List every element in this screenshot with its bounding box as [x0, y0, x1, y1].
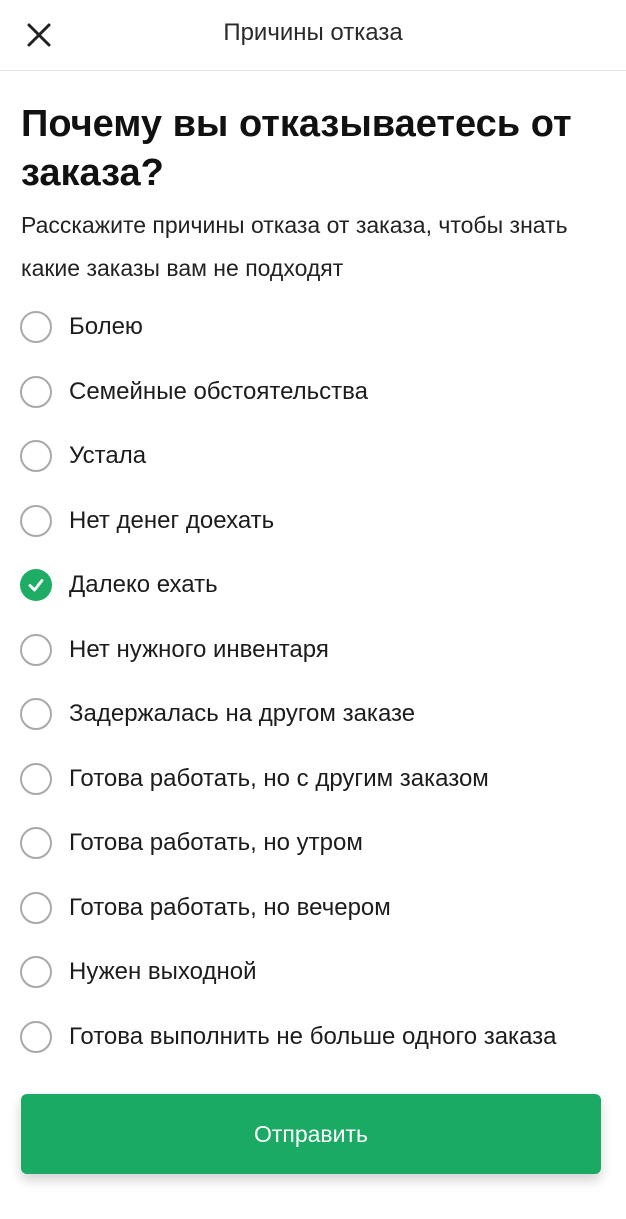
- reason-option[interactable]: Готова работать, но вечером: [0, 876, 626, 941]
- reason-label: Нужен выходной: [69, 958, 257, 986]
- radio-button[interactable]: [20, 569, 52, 602]
- top-bar: Причины отказа: [0, 0, 626, 71]
- reason-label: Готова работать, но вечером: [69, 893, 391, 921]
- check-icon: [28, 579, 44, 592]
- reason-option[interactable]: Нужен выходной: [0, 940, 626, 1005]
- page-title: Причины отказа: [223, 19, 403, 46]
- reason-option[interactable]: Готова работать, но утром: [0, 811, 626, 876]
- question-heading: Почему вы отказываетесь от заказа?: [21, 103, 572, 194]
- reason-label: Готова работать, но утром: [69, 829, 363, 857]
- radio-button[interactable]: [20, 1020, 52, 1053]
- question-subtitle: Расскажите причины отказа от заказа, что…: [21, 212, 568, 281]
- reason-option[interactable]: Нет денег доехать: [0, 489, 626, 554]
- reason-option[interactable]: Устала: [0, 424, 626, 489]
- radio-button[interactable]: [20, 698, 52, 731]
- radio-button[interactable]: [20, 762, 52, 795]
- reason-option[interactable]: Готова выполнить не больше одного заказа: [0, 1005, 626, 1070]
- reason-label: Устала: [69, 442, 147, 470]
- reason-label: Далеко ехать: [69, 571, 218, 599]
- reason-option[interactable]: Задержалась на другом заказе: [0, 682, 626, 747]
- reasons-list: Болею Семейные обстоятельства Устала Нет…: [0, 295, 626, 1069]
- radio-button[interactable]: [20, 504, 52, 537]
- radio-button[interactable]: [20, 827, 52, 860]
- reason-label: Готова работать, но с другим заказом: [69, 764, 489, 792]
- reason-label: Нет нужного инвентаря: [69, 635, 329, 663]
- radio-button[interactable]: [20, 375, 52, 408]
- reason-option[interactable]: Далеко ехать: [0, 553, 626, 618]
- reason-label: Семейные обстоятельства: [69, 377, 368, 405]
- radio-button[interactable]: [20, 633, 52, 666]
- reason-option[interactable]: Нет нужного инвентаря: [0, 618, 626, 683]
- reason-label: Болею: [69, 313, 143, 341]
- reason-label: Нет денег доехать: [69, 506, 275, 534]
- reason-option[interactable]: Готова работать, но с другим заказом: [0, 747, 626, 812]
- radio-button[interactable]: [20, 891, 52, 924]
- radio-button[interactable]: [20, 311, 52, 344]
- submit-button[interactable]: Отправить: [21, 1094, 601, 1174]
- reason-label: Готова выполнить не больше одного заказа: [69, 1022, 557, 1050]
- radio-button[interactable]: [20, 956, 52, 989]
- reason-option[interactable]: Болею: [0, 295, 626, 360]
- radio-button[interactable]: [20, 440, 52, 473]
- reason-option[interactable]: Семейные обстоятельства: [0, 360, 626, 425]
- reason-label: Задержалась на другом заказе: [69, 700, 416, 728]
